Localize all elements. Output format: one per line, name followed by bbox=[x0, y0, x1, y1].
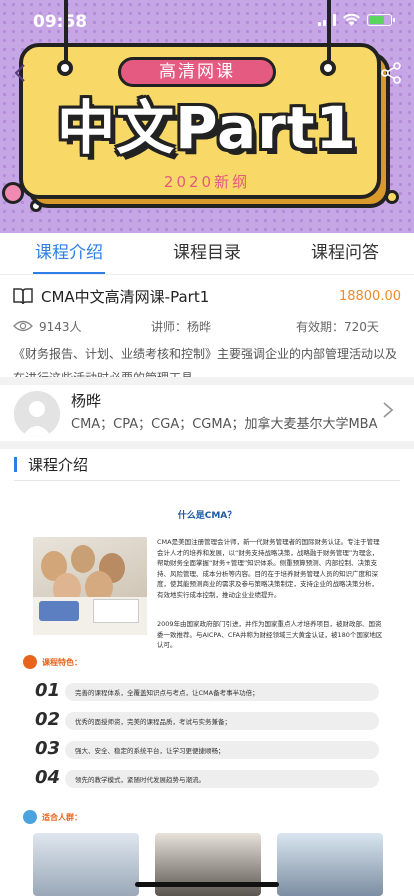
feature-number: 02 bbox=[35, 709, 61, 730]
section-title: 课程介绍 bbox=[28, 456, 89, 474]
feature-text: 领先的教学模式，紧随时代发展趋势与潮流。 bbox=[75, 776, 205, 784]
course-price: 18800.00 bbox=[338, 288, 401, 304]
feature-text: 强大、安全、稳定的系统平台，让学习更便捷顺畅； bbox=[75, 747, 225, 755]
battery-icon bbox=[367, 14, 395, 26]
back-button[interactable] bbox=[10, 62, 32, 84]
pin bbox=[57, 60, 73, 76]
features-header: 课程特色： bbox=[23, 654, 82, 670]
audience-header: 适合人群： bbox=[23, 809, 82, 825]
students-photo bbox=[33, 537, 147, 635]
book-icon bbox=[13, 288, 33, 305]
wifi-icon bbox=[343, 14, 360, 26]
course-intro-image: 什么是CMA？ CMA是美国注册管理会计师，新一代财务管理者的国际财务认证。专注… bbox=[19, 500, 395, 896]
lecturer-card[interactable]: 杨晔 CMA；CPA；CGA；CGMA；加拿大麦基尔大学MBA bbox=[0, 385, 414, 439]
feature-item: 02 优秀的面授师资，完美的课程品质，考试与实务兼备； bbox=[35, 710, 379, 730]
status-time: 09:58 bbox=[33, 12, 88, 32]
audience-photo bbox=[277, 833, 383, 896]
tab-intro[interactable]: 课程介绍 bbox=[0, 233, 138, 274]
banner-tag: 高清网课 bbox=[118, 57, 276, 87]
lecturer-credentials: CMA；CPA；CGA；CGMA；加拿大麦基尔大学MBA bbox=[71, 417, 378, 432]
feature-number: 01 bbox=[35, 680, 61, 701]
feature-item: 01 完善的课程体系，全覆盖知识点与考点，让CMA备考事半功倍； bbox=[35, 681, 379, 701]
user-avatar-icon bbox=[14, 391, 60, 437]
share-button[interactable] bbox=[380, 62, 402, 84]
course-info: CMA中文高清网课-Part1 18800.00 9143人 讲师：杨晔 有效期… bbox=[0, 275, 414, 390]
feature-item: 03 强大、安全、稳定的系统平台，让学习更便捷顺畅； bbox=[35, 739, 379, 759]
share-icon bbox=[381, 62, 401, 84]
promo-intro-1: CMA是美国注册管理会计师，新一代财务管理者的国际财务认证。专注于管理会计人才的… bbox=[157, 538, 380, 599]
audience-title: 适合人群： bbox=[42, 812, 82, 822]
pin bbox=[320, 60, 336, 76]
banner-title: 中文Part1 bbox=[57, 94, 357, 162]
course-tabs: 课程介绍 课程目录 课程问答 bbox=[0, 233, 414, 275]
audience-photo bbox=[33, 833, 139, 896]
course-title: CMA中文高清网课-Part1 bbox=[41, 287, 210, 306]
features-title: 课程特色： bbox=[42, 657, 82, 667]
status-bar: 09:58 bbox=[0, 0, 414, 44]
view-count: 9143人 bbox=[39, 319, 82, 334]
tab-catalog[interactable]: 课程目录 bbox=[138, 233, 276, 274]
avatar bbox=[14, 391, 60, 437]
divider bbox=[0, 441, 414, 449]
feature-number: 04 bbox=[35, 767, 61, 788]
tab-qa[interactable]: 课程问答 bbox=[276, 233, 414, 274]
feature-text: 优秀的面授师资，完美的课程品质，考试与实务兼备； bbox=[75, 718, 231, 726]
chevron-left-icon bbox=[14, 64, 25, 82]
validity-label: 有效期：720天 bbox=[296, 319, 379, 334]
chevron-right-icon bbox=[383, 402, 394, 418]
lecturer-name: 杨晔 bbox=[71, 392, 102, 410]
section-header: 课程介绍 bbox=[0, 449, 414, 481]
course-banner: 09:58 高清网课 中文Part1 2020新纲 bbox=[0, 0, 414, 233]
promo-question: 什么是CMA？ bbox=[177, 511, 237, 521]
audience-icon bbox=[23, 810, 37, 824]
eye-icon bbox=[13, 320, 33, 332]
promo-intro-2: 2009年由国家政府部门引进，并作为国家重点人才培养项目，被财政部、国资委一致推… bbox=[157, 620, 383, 649]
feature-number: 03 bbox=[35, 738, 61, 759]
home-indicator[interactable] bbox=[135, 882, 279, 887]
teacher-label: 讲师：杨晔 bbox=[151, 319, 212, 334]
features-icon bbox=[23, 655, 37, 669]
divider bbox=[0, 377, 414, 385]
feature-text: 完善的课程体系，全覆盖知识点与考点，让CMA备考事半功倍； bbox=[75, 689, 259, 697]
banner-subtitle: 2020新纲 bbox=[163, 173, 251, 191]
feature-item: 04 领先的教学模式，紧随时代发展趋势与潮流。 bbox=[35, 768, 379, 788]
